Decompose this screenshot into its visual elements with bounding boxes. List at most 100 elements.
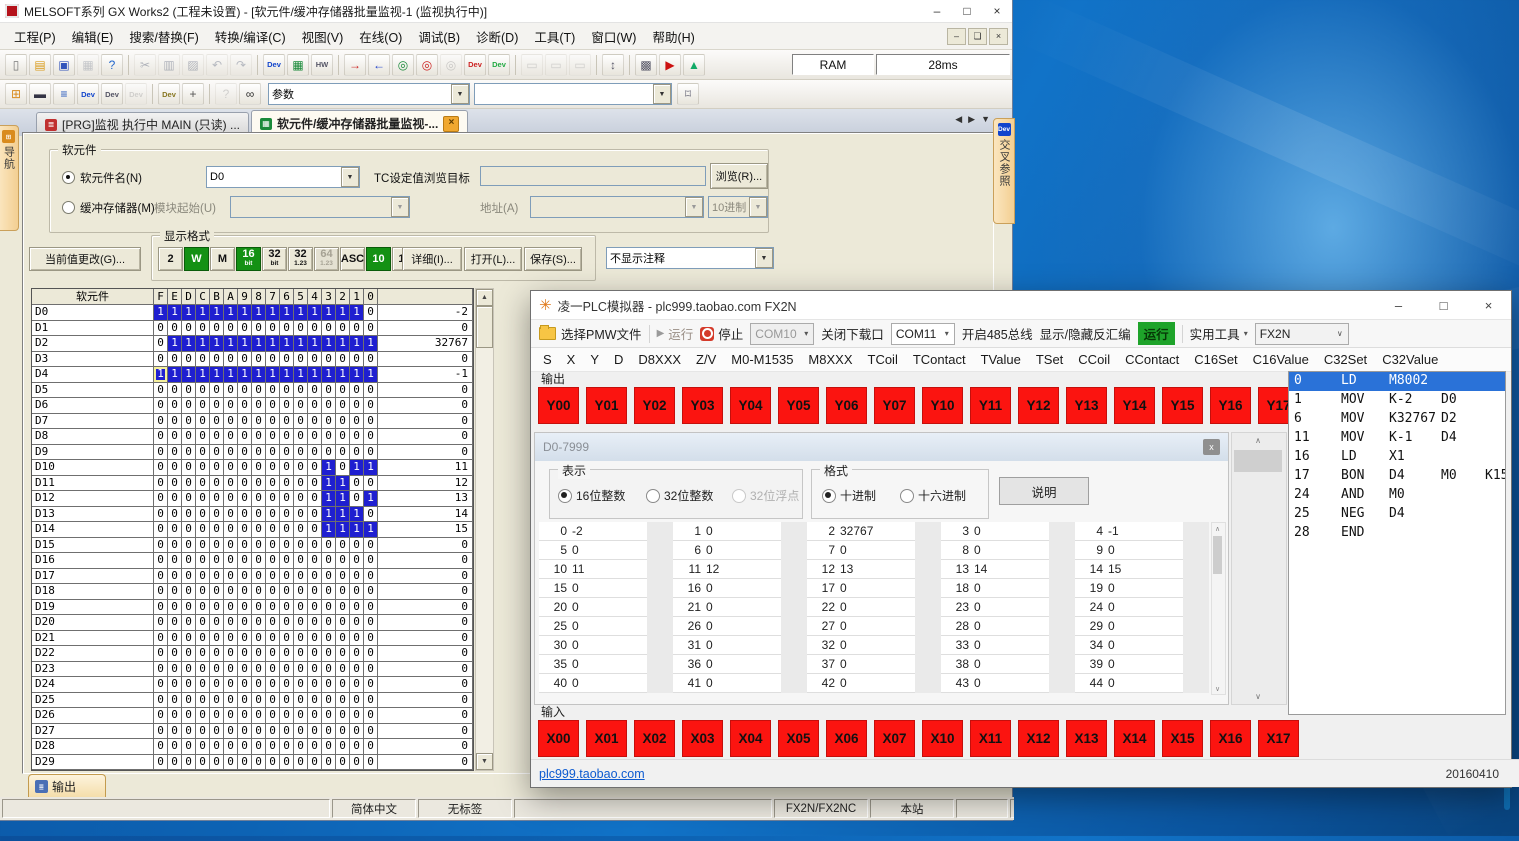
bit-cell[interactable]: 0 bbox=[280, 600, 294, 616]
bit-cell[interactable]: 0 bbox=[224, 398, 238, 414]
bit-cell[interactable]: 0 bbox=[238, 569, 252, 585]
device-cell[interactable]: D22 bbox=[32, 646, 154, 662]
scroll-up-icon[interactable]: ▲ bbox=[476, 289, 493, 306]
bit-cell[interactable]: 0 bbox=[280, 739, 294, 755]
io-button-y12[interactable]: Y12 bbox=[1018, 387, 1059, 424]
bit-cell[interactable]: 0 bbox=[308, 677, 322, 693]
bit-cell[interactable]: 0 bbox=[266, 383, 280, 399]
bit-cell[interactable]: 0 bbox=[294, 755, 308, 771]
device-cell[interactable]: D26 bbox=[32, 708, 154, 724]
bit-cell[interactable]: 0 bbox=[238, 615, 252, 631]
bit-cell[interactable]: 0 bbox=[154, 538, 168, 554]
bit-cell[interactable]: 0 bbox=[322, 693, 336, 709]
find-next-icon[interactable]: ⌑ bbox=[677, 83, 699, 105]
bit-cell[interactable]: 1 bbox=[280, 367, 294, 383]
bit-cell[interactable]: 0 bbox=[224, 569, 238, 585]
bit-cell[interactable]: 0 bbox=[350, 414, 364, 430]
bit-cell[interactable]: 0 bbox=[308, 708, 322, 724]
detail-button[interactable]: 详细(I)... bbox=[402, 247, 462, 271]
bit-cell[interactable]: 0 bbox=[196, 708, 210, 724]
d-register-cell[interactable]: 70 bbox=[807, 541, 915, 560]
bit-cell[interactable]: 0 bbox=[252, 445, 266, 461]
bit-cell[interactable]: 0 bbox=[308, 352, 322, 368]
bit-cell[interactable]: 0 bbox=[210, 600, 224, 616]
bit-cell[interactable]: 1 bbox=[308, 305, 322, 321]
bit-cell[interactable]: 1 bbox=[210, 336, 224, 352]
radio-decimal[interactable]: 十进制 bbox=[822, 487, 876, 504]
bit-cell[interactable]: 1 bbox=[336, 336, 350, 352]
value-cell[interactable]: 0 bbox=[378, 569, 473, 585]
bit-cell[interactable]: 0 bbox=[168, 429, 182, 445]
value-cell[interactable]: 12 bbox=[378, 476, 473, 492]
menu-在线O[interactable]: 在线(O) bbox=[351, 24, 410, 49]
bit-cell[interactable]: 1 bbox=[308, 336, 322, 352]
bit-cell[interactable]: 0 bbox=[364, 584, 378, 600]
bit-cell[interactable]: 0 bbox=[210, 755, 224, 771]
bit-cell[interactable]: 0 bbox=[364, 352, 378, 368]
value-cell[interactable]: 0 bbox=[378, 429, 473, 445]
menu-帮助H[interactable]: 帮助(H) bbox=[644, 24, 702, 49]
bit-cell[interactable]: 0 bbox=[336, 321, 350, 337]
device-cell[interactable]: D10 bbox=[32, 460, 154, 476]
bit-cell[interactable]: 0 bbox=[252, 507, 266, 523]
bit-cell[interactable]: 0 bbox=[336, 460, 350, 476]
bit-cell[interactable]: 0 bbox=[350, 352, 364, 368]
io-button-y03[interactable]: Y03 bbox=[682, 387, 723, 424]
bit-cell[interactable]: 0 bbox=[196, 553, 210, 569]
d-register-cell[interactable]: 170 bbox=[807, 579, 915, 598]
bit-cell[interactable]: 0 bbox=[196, 507, 210, 523]
device-cell[interactable]: D24 bbox=[32, 677, 154, 693]
bit-cell[interactable]: 0 bbox=[322, 615, 336, 631]
bit-cell[interactable]: 0 bbox=[364, 305, 378, 321]
device-cell[interactable]: D11 bbox=[32, 476, 154, 492]
device-cell[interactable]: D18 bbox=[32, 584, 154, 600]
close-button[interactable]: × bbox=[982, 1, 1012, 22]
bit-cell[interactable]: 0 bbox=[154, 491, 168, 507]
bit-cell[interactable]: 0 bbox=[210, 553, 224, 569]
output-bottom-tab[interactable]: ≣ 输出 bbox=[28, 774, 106, 798]
d-register-cell[interactable]: 80 bbox=[941, 541, 1049, 560]
bit-cell[interactable]: 0 bbox=[336, 646, 350, 662]
bit-cell[interactable]: 0 bbox=[364, 429, 378, 445]
bit-cell[interactable]: 0 bbox=[364, 476, 378, 492]
bit-cell[interactable]: 0 bbox=[294, 615, 308, 631]
bit-cell[interactable]: 0 bbox=[280, 491, 294, 507]
device-cell[interactable]: D21 bbox=[32, 631, 154, 647]
scale-icon[interactable]: ↕ bbox=[602, 54, 624, 76]
tab-close-icon[interactable]: × bbox=[443, 116, 459, 132]
value-cell[interactable]: 0 bbox=[378, 708, 473, 724]
bit-cell[interactable]: 0 bbox=[210, 398, 224, 414]
bit-cell[interactable]: 0 bbox=[252, 615, 266, 631]
bit-cell[interactable]: 0 bbox=[266, 724, 280, 740]
instruction-row[interactable]: 11MOVK-1D4 bbox=[1289, 429, 1505, 448]
bit-cell[interactable]: 0 bbox=[280, 538, 294, 554]
new-icon[interactable]: ▯ bbox=[5, 54, 27, 76]
bit-cell[interactable]: 0 bbox=[322, 646, 336, 662]
d-register-cell[interactable]: 190 bbox=[1075, 579, 1183, 598]
bit-cell[interactable]: 0 bbox=[224, 538, 238, 554]
bit-cell[interactable]: 0 bbox=[266, 677, 280, 693]
bit-cell[interactable]: 0 bbox=[210, 708, 224, 724]
value-cell[interactable]: 0 bbox=[378, 615, 473, 631]
bit-cell[interactable]: 1 bbox=[210, 305, 224, 321]
bit-cell[interactable]: 0 bbox=[238, 429, 252, 445]
bit-cell[interactable]: 0 bbox=[294, 677, 308, 693]
scroll-up-icon[interactable]: ∧ bbox=[1212, 523, 1223, 534]
d-register-cell[interactable]: 370 bbox=[807, 655, 915, 674]
device-tab-tset[interactable]: TSet bbox=[1036, 352, 1063, 367]
radio-16bit-int[interactable]: 16位整数 bbox=[558, 487, 625, 504]
bit-cell[interactable]: 0 bbox=[224, 507, 238, 523]
bit-cell[interactable]: 0 bbox=[154, 724, 168, 740]
d-register-cell[interactable]: 320 bbox=[807, 636, 915, 655]
bit-cell[interactable]: 0 bbox=[364, 677, 378, 693]
device-cell[interactable]: D14 bbox=[32, 522, 154, 538]
bit-cell[interactable]: 0 bbox=[364, 569, 378, 585]
bit-cell[interactable]: 0 bbox=[238, 677, 252, 693]
value-cell[interactable]: 0 bbox=[378, 538, 473, 554]
instruction-row[interactable]: 24ANDM0 bbox=[1289, 486, 1505, 505]
ladder-monitor-icon[interactable]: ▦ bbox=[287, 54, 309, 76]
bit-cell[interactable]: 0 bbox=[224, 584, 238, 600]
bit-cell[interactable]: 0 bbox=[280, 646, 294, 662]
browse-button[interactable]: 浏览(R)... bbox=[710, 163, 768, 189]
bit-cell[interactable]: 0 bbox=[350, 476, 364, 492]
